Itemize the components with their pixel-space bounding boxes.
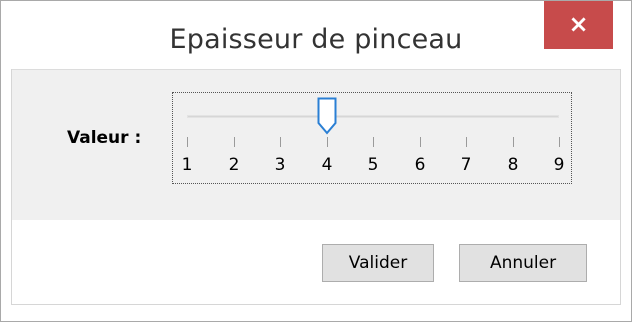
value-label: Valeur : <box>67 128 142 148</box>
dialog-window: Epaisseur de pinceau × Valeur : 1 2 3 4 5 6 7 8… <box>0 0 632 322</box>
slider-tick <box>327 137 328 147</box>
slider-track[interactable] <box>187 115 559 118</box>
slider-tick-label: 1 <box>181 155 193 175</box>
cancel-button[interactable]: Annuler <box>459 244 587 282</box>
slider-tick-label: 3 <box>274 155 286 175</box>
slider-tick-label: 2 <box>228 155 240 175</box>
slider-tick <box>420 137 421 147</box>
slider-thumb[interactable] <box>317 97 337 135</box>
slider-tick-label: 7 <box>460 155 472 175</box>
slider-tick <box>466 137 467 147</box>
slider-tick-label: 6 <box>414 155 426 175</box>
dialog-title: Epaisseur de pinceau <box>169 24 463 55</box>
slider-tick <box>187 137 188 147</box>
slider-tick-label: 4 <box>321 155 333 175</box>
slider-tick-label: 5 <box>367 155 379 175</box>
slider-tick <box>513 137 514 147</box>
slider-tick <box>373 137 374 147</box>
title-bar[interactable]: Epaisseur de pinceau × <box>1 1 631 69</box>
close-button[interactable]: × <box>544 1 613 49</box>
brush-size-slider[interactable]: 1 2 3 4 5 6 7 8 9 <box>172 92 572 184</box>
dialog-content: Valeur : 1 2 3 4 5 6 7 8 9 Valider Annuler <box>11 69 621 305</box>
close-icon: × <box>568 10 589 38</box>
slider-tick <box>280 137 281 147</box>
slider-panel: Valeur : 1 2 3 4 5 6 7 8 9 <box>12 69 620 220</box>
slider-tick <box>559 137 560 147</box>
slider-tick-label: 8 <box>507 155 519 175</box>
slider-tick <box>234 137 235 147</box>
validate-button[interactable]: Valider <box>322 244 434 282</box>
slider-tick-label: 9 <box>553 155 565 175</box>
